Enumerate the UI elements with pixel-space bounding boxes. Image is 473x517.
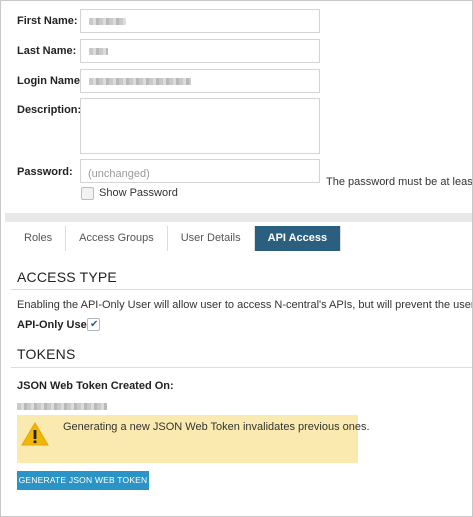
tab-user-details[interactable]: User Details — [167, 226, 255, 251]
api-only-label: API-Only User: — [17, 319, 95, 331]
redacted-last-name — [89, 48, 108, 55]
password-hint: The password must be at least 8 c — [326, 176, 473, 188]
section-divider — [5, 213, 472, 222]
tab-api-access[interactable]: API Access — [254, 226, 342, 251]
checkmark-icon: ✔ — [90, 319, 99, 330]
password-label: Password: — [17, 166, 73, 178]
first-name-label: First Name: — [17, 15, 78, 27]
last-name-label: Last Name: — [17, 45, 77, 57]
redacted-created-date — [17, 403, 107, 410]
login-name-field[interactable] — [80, 69, 320, 93]
description-textarea[interactable] — [80, 98, 320, 154]
show-password-label: Show Password — [99, 187, 178, 199]
tokens-title: TOKENS — [17, 346, 76, 362]
tab-roles[interactable]: Roles — [11, 226, 67, 251]
show-password-checkbox[interactable] — [81, 187, 94, 200]
redacted-first-name — [89, 18, 126, 25]
access-type-rule — [11, 289, 472, 290]
tab-access-groups[interactable]: Access Groups — [66, 226, 168, 251]
access-type-title: ACCESS TYPE — [17, 269, 117, 285]
last-name-field[interactable] — [80, 39, 320, 63]
generate-jwt-button[interactable]: GENERATE JSON WEB TOKEN — [17, 471, 149, 490]
api-only-checkbox[interactable]: ✔ — [87, 318, 100, 331]
password-placeholder: (unchanged) — [88, 168, 150, 180]
redacted-login-name — [89, 78, 191, 85]
tokens-rule — [11, 367, 472, 368]
description-label: Description: — [17, 104, 82, 116]
password-field[interactable]: (unchanged) — [80, 159, 320, 183]
tab-bar: Roles Access Groups User Details API Acc… — [11, 226, 342, 251]
login-name-label: Login Name: — [17, 75, 84, 87]
user-edit-panel: First Name: Last Name: Login Name: Descr… — [0, 0, 473, 517]
access-type-description: Enabling the API-Only User will allow us… — [17, 299, 473, 311]
warning-triangle-icon — [21, 422, 49, 446]
first-name-field[interactable] — [80, 9, 320, 33]
warning-banner: Generating a new JSON Web Token invalida… — [17, 415, 370, 463]
jwt-created-on-label: JSON Web Token Created On: — [17, 380, 174, 392]
warning-text: Generating a new JSON Web Token invalida… — [63, 421, 370, 433]
